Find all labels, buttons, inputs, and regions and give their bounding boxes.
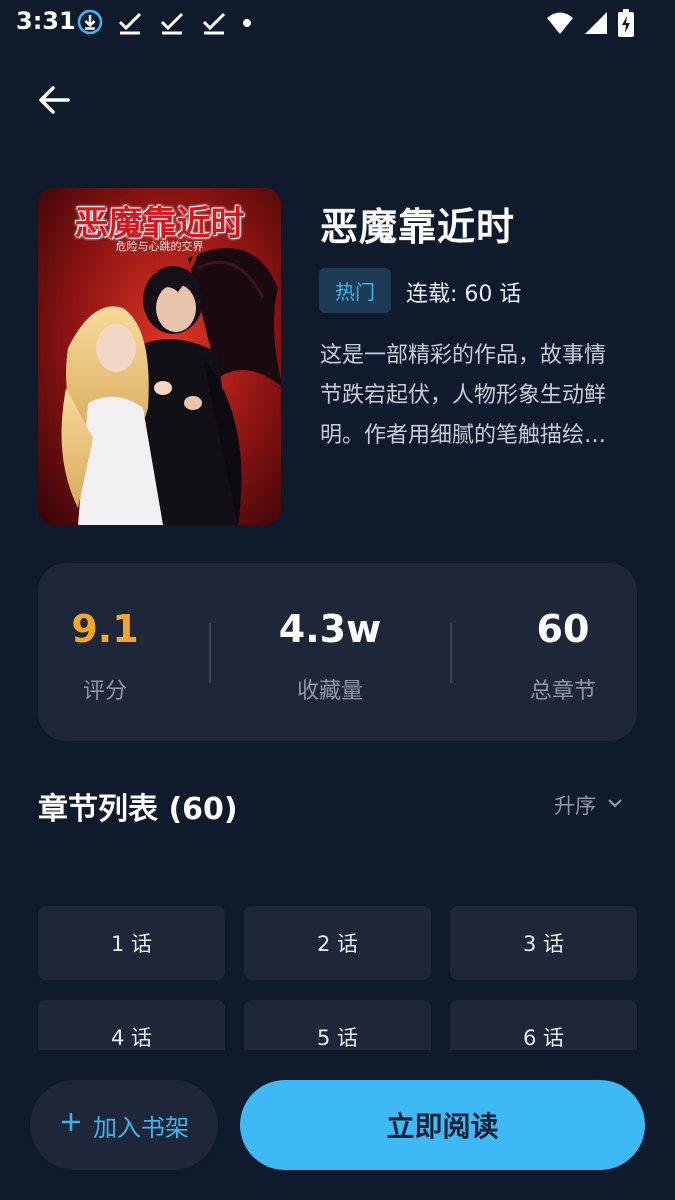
notification-icons bbox=[76, 8, 254, 40]
wifi-icon bbox=[545, 9, 575, 41]
chapter-item[interactable]: 3 话 bbox=[450, 906, 637, 980]
book-cover[interactable]: 恶魔靠近时 危险与心跳的交界 bbox=[38, 188, 281, 525]
chapters-label: 总章节 bbox=[529, 679, 596, 704]
book-title: 恶魔靠近时 bbox=[320, 205, 516, 249]
stats-card: 9.1 评分 4.3w 收藏量 60 总章节 bbox=[38, 563, 637, 741]
hot-tag: 热门 bbox=[319, 268, 391, 313]
rating-label: 评分 bbox=[82, 679, 127, 704]
rating-value: 9.1 bbox=[71, 607, 139, 651]
check-icon bbox=[114, 8, 146, 40]
check-icon bbox=[198, 8, 230, 40]
sort-dropdown[interactable]: 升序 bbox=[554, 790, 624, 820]
read-now-button[interactable]: 立即阅读 bbox=[240, 1080, 645, 1170]
chevron-down-icon bbox=[606, 793, 624, 817]
favorites-stat: 4.3w 收藏量 bbox=[230, 563, 430, 741]
back-button[interactable] bbox=[34, 80, 74, 120]
check-icon bbox=[156, 8, 188, 40]
signal-icon bbox=[583, 9, 609, 41]
status-bar: 3:31 bbox=[0, 0, 675, 46]
battery-charging-icon bbox=[617, 8, 635, 42]
sort-label: 升序 bbox=[554, 794, 596, 818]
status-time: 3:31 bbox=[16, 7, 76, 35]
chapters-value: 60 bbox=[536, 607, 590, 651]
system-icons bbox=[545, 8, 635, 42]
book-description[interactable]: 这是一部精彩的作品，故事情节跌宕起伏，人物形象生动鲜明。作者用细腻的笔触描绘了一… bbox=[320, 336, 620, 456]
stat-divider bbox=[209, 623, 211, 683]
favorites-label: 收藏量 bbox=[296, 679, 363, 704]
arrow-left-icon bbox=[34, 86, 74, 124]
serial-status: 连载: 60 话 bbox=[406, 282, 522, 307]
stat-divider bbox=[450, 623, 452, 683]
chapter-item[interactable]: 5 话 bbox=[244, 1000, 431, 1050]
rating-stat: 9.1 评分 bbox=[38, 563, 172, 741]
add-to-shelf-label: 加入书架 bbox=[93, 1113, 189, 1142]
plus-icon bbox=[59, 1110, 83, 1140]
chapter-list-title: 章节列表 (60) bbox=[38, 792, 238, 827]
add-to-shelf-button[interactable]: 加入书架 bbox=[30, 1080, 218, 1170]
dot-icon bbox=[240, 8, 254, 40]
chapter-item[interactable]: 2 话 bbox=[244, 906, 431, 980]
chapters-stat: 60 总章节 bbox=[488, 563, 638, 741]
download-icon bbox=[76, 8, 104, 40]
cover-subtitle: 危险与心跳的交界 bbox=[115, 240, 204, 253]
chapter-item[interactable]: 4 话 bbox=[38, 1000, 225, 1050]
chapter-grid: 1 话 2 话 3 话 4 话 5 话 6 话 bbox=[38, 906, 638, 1050]
chapter-item[interactable]: 1 话 bbox=[38, 906, 225, 980]
chapter-item[interactable]: 6 话 bbox=[450, 1000, 637, 1050]
favorites-value: 4.3w bbox=[278, 607, 382, 651]
